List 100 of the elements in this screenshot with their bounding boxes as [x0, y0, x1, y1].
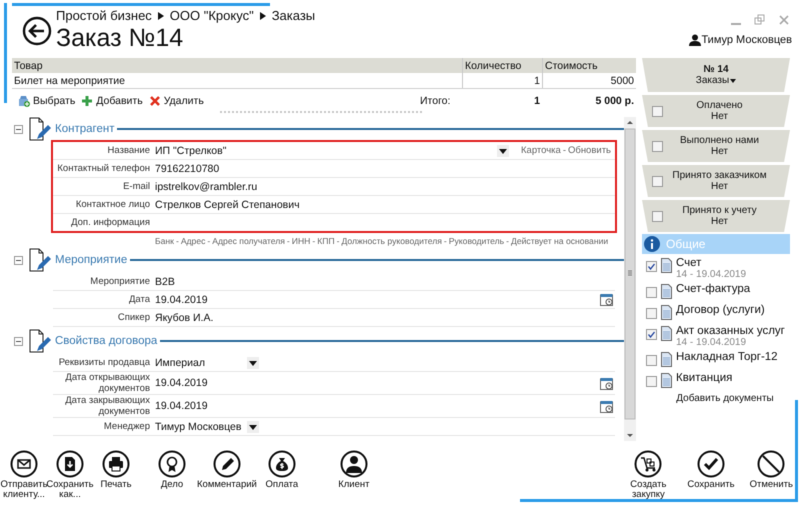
field-label: Контактное лицо: [74, 199, 151, 210]
checkbox[interactable]: [646, 261, 657, 272]
document-icon: [661, 258, 672, 273]
document-link[interactable]: Накладная Торг-12: [676, 351, 778, 363]
money-bag-icon: [268, 450, 296, 478]
checkbox[interactable]: [652, 176, 663, 186]
status-value: Нет: [710, 181, 730, 192]
input-field[interactable]: Тимур Московцев: [155, 418, 265, 435]
input-field[interactable]: ИП "Стрелков": [155, 142, 515, 159]
checkmark-icon: [696, 450, 725, 478]
column-header[interactable]: Стоимость: [542, 58, 636, 73]
add-documents-link[interactable]: Добавить документы: [660, 393, 790, 404]
link-separator: -: [506, 236, 510, 246]
document-icon: [661, 305, 672, 320]
link[interactable]: ИНН: [292, 236, 310, 246]
status-label: Выполнено нами: [679, 135, 760, 146]
checkbox[interactable]: [646, 355, 657, 366]
link-separator: -: [207, 236, 210, 246]
person-icon: [340, 450, 368, 478]
user-name[interactable]: Тимур Московцев: [701, 34, 792, 46]
document-link[interactable]: Счет: [676, 257, 746, 269]
section-title: Мероприятие: [55, 254, 128, 266]
checkbox[interactable]: [646, 308, 657, 319]
field-label: Дата закрывающих документов: [64, 395, 151, 417]
collapse-icon[interactable]: [14, 124, 23, 134]
input-field[interactable]: 19.04.2019: [155, 398, 615, 414]
checkbox[interactable]: [652, 106, 663, 116]
checkbox[interactable]: [652, 210, 663, 222]
document-edit-icon: [27, 117, 51, 141]
document-edit-icon: [27, 329, 51, 353]
document-icon: [661, 326, 672, 341]
status-value: Нет: [710, 111, 730, 122]
field-label: E-mail: [122, 181, 151, 192]
breadcrumb-link[interactable]: Заказы: [272, 8, 316, 23]
checkbox[interactable]: [652, 140, 663, 152]
cart-icon: [634, 450, 662, 478]
link[interactable]: КПП: [317, 236, 335, 246]
link[interactable]: Руководитель: [448, 236, 504, 246]
input-field[interactable]: 79162210780: [155, 160, 615, 177]
field-label: Контактный телефон: [56, 163, 151, 174]
document-detail: 14 - 19.04.2019: [676, 337, 748, 348]
menu-button[interactable]: Заказы: [696, 75, 736, 86]
checkbox[interactable]: [646, 329, 657, 340]
input-field[interactable]: B2B: [155, 273, 615, 290]
link[interactable]: Действует на основании: [511, 236, 608, 246]
column-header[interactable]: Товар: [12, 58, 462, 73]
toolbar-button[interactable]: Печать: [94, 450, 138, 490]
document-link[interactable]: Договор (услуги): [676, 304, 765, 316]
plus-icon: [81, 95, 94, 107]
toolbar-button[interactable]: Дело: [150, 450, 194, 490]
table-cell-text: Билет на мероприятие: [13, 74, 126, 88]
checkbox[interactable]: [646, 376, 657, 387]
breadcrumb-arrow-icon: [158, 12, 164, 20]
link[interactable]: Адрес получателя: [212, 236, 285, 246]
breadcrumb-link[interactable]: Простой бизнес: [56, 8, 152, 23]
envelope-icon: [10, 450, 38, 478]
collapse-icon[interactable]: [14, 336, 23, 346]
link[interactable]: Карточка: [521, 145, 561, 156]
input-field[interactable]: 19.04.2019: [155, 291, 615, 308]
toolbar-button[interactable]: Добавить: [81, 95, 143, 107]
input-field[interactable]: ipstrelkov@rambler.ru: [155, 178, 615, 195]
field-label: Мероприятие: [89, 276, 151, 287]
link-separator: -: [336, 236, 340, 246]
toolbar-button[interactable]: Сохранить: [686, 450, 736, 490]
calendar-icon[interactable]: [600, 400, 613, 412]
toolbar-button[interactable]: Отправить клиенту...: [2, 450, 46, 500]
scrollbar[interactable]: [624, 117, 636, 441]
toolbar-button[interactable]: Клиент: [332, 450, 376, 490]
input-field[interactable]: Якубов И.А.: [155, 309, 615, 326]
calendar-icon[interactable]: [600, 293, 613, 306]
column-header[interactable]: Количество: [462, 58, 542, 73]
document-link[interactable]: Акт оказанных услуг: [676, 325, 785, 337]
link[interactable]: Банк: [155, 236, 174, 246]
page-title: Заказ №14: [56, 24, 184, 52]
toolbar-button[interactable]: Сохранить как...: [48, 450, 92, 500]
toolbar-button[interactable]: Комментарий: [196, 450, 258, 490]
link[interactable]: Должность руководителя: [342, 236, 442, 246]
total-quantity: 1: [533, 95, 540, 107]
link[interactable]: Адрес: [180, 236, 206, 246]
toolbar-button[interactable]: Создать закупку: [623, 450, 674, 500]
calendar-icon[interactable]: [600, 376, 613, 390]
collapse-icon[interactable]: [14, 256, 23, 264]
document-icon: [661, 284, 672, 299]
toolbar-button[interactable]: Оплата: [260, 450, 304, 490]
link-separator: -: [312, 236, 316, 246]
link[interactable]: Обновить: [568, 145, 611, 156]
toolbar-button[interactable]: Удалить: [148, 95, 204, 107]
document-link[interactable]: Квитанция: [676, 372, 732, 384]
document-icon: [661, 373, 672, 388]
toolbar-button[interactable]: Выбрать: [18, 95, 76, 107]
input-field[interactable]: Империал: [155, 354, 265, 371]
checkbox[interactable]: [646, 287, 657, 298]
input-field[interactable]: Стрелков Сергей Степанович: [155, 196, 615, 213]
toolbar-button[interactable]: Отменить: [748, 450, 794, 490]
ban-icon: [757, 450, 786, 478]
input-field[interactable]: 19.04.2019: [155, 374, 615, 392]
breadcrumb-link[interactable]: ООО "Крокус": [170, 8, 254, 23]
document-link[interactable]: Счет-фактура: [676, 283, 750, 295]
total-label: Итого:: [420, 95, 452, 107]
cross-icon: [148, 95, 161, 107]
